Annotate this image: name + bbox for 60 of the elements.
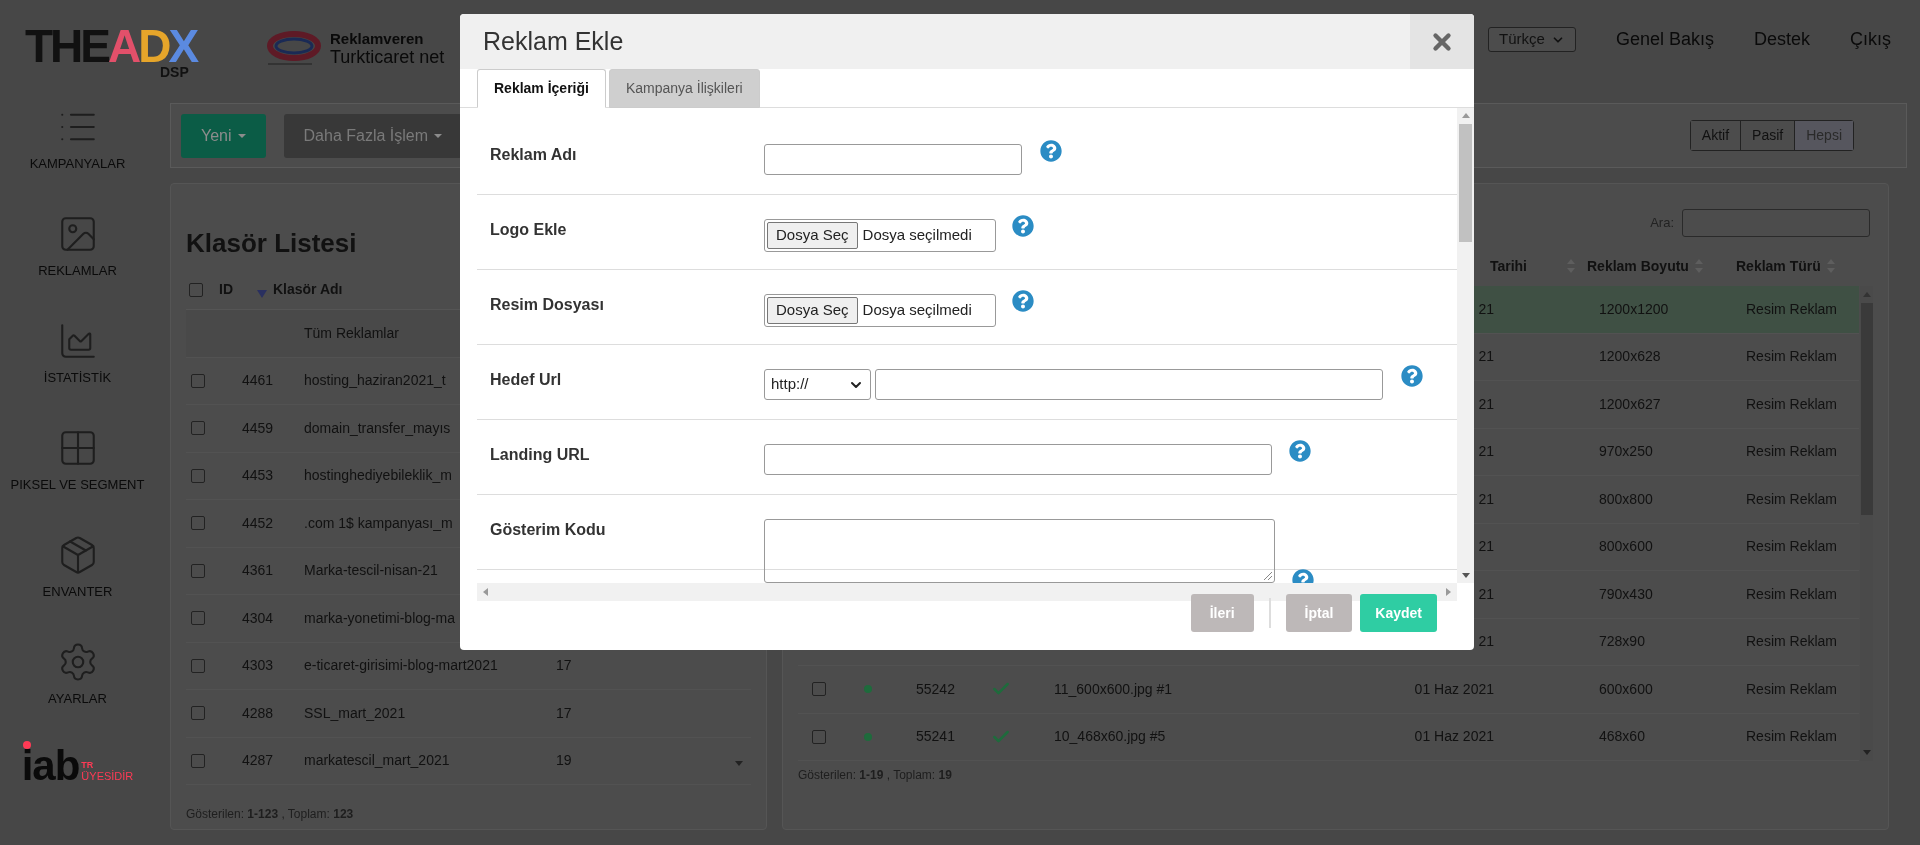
table-cell: 468x60: [1599, 728, 1645, 745]
table-cell: Resim Reklam: [1746, 490, 1837, 507]
table-cell-text: 17: [556, 703, 572, 723]
advertiser-label: Reklamveren: [330, 30, 425, 48]
advertiser-name: Turkticaret net: [330, 48, 445, 66]
table-cell: Resim Reklam: [1746, 633, 1837, 650]
field-label: Resim Dosyası: [489, 295, 605, 315]
logo-text: X: [168, 26, 197, 66]
table-cell: Resim Reklam: [1746, 728, 1837, 745]
table-cell-text: 19: [556, 751, 572, 771]
table-cell: Resim Reklam: [1746, 395, 1837, 412]
dialog-title: Reklam Ekle: [482, 25, 624, 57]
table-cell: 600x600: [1599, 680, 1653, 697]
table-cell: 4287: [242, 752, 274, 769]
table-cell: 4459: [242, 419, 274, 436]
table-cell: Resim Reklam: [1746, 585, 1837, 602]
field-label: Reklam Adı: [489, 145, 578, 165]
table-cell: 4288: [242, 704, 274, 721]
logo-text: A: [108, 26, 139, 66]
field-label: Gösterim Kodu: [489, 520, 607, 540]
table-cell: 970x250: [1599, 443, 1653, 460]
table-cell: 21: [1478, 348, 1494, 365]
iab-country: TR: [81, 761, 95, 770]
table-cell: 4304: [242, 609, 274, 626]
table-cell: 4461: [242, 372, 274, 389]
table-cell: Resim Reklam: [1746, 680, 1837, 697]
table-cell: Resim Reklam: [1746, 443, 1837, 460]
table-cell: 21: [1478, 585, 1494, 602]
table-cell: Resim Reklam: [1746, 300, 1837, 317]
table-cell: 800x600: [1599, 538, 1653, 555]
table-cell: Resim Reklam: [1746, 538, 1837, 555]
table-cell: 55242: [916, 680, 955, 697]
table-cell: 21: [1478, 443, 1494, 460]
table-cell: 4453: [242, 467, 274, 484]
table-cell: 1200x627: [1599, 395, 1661, 412]
table-cell: 01 Haz 2021: [1414, 680, 1494, 697]
logo-text: D: [138, 26, 169, 66]
field-label: Landing URL: [489, 445, 591, 465]
table-cell: 4361: [242, 562, 274, 579]
table-cell: 800x800: [1599, 490, 1653, 507]
panel-title: Klasör Listesi: [186, 227, 357, 260]
table-cell: 21: [1478, 490, 1494, 507]
table-cell: 55241: [916, 728, 955, 745]
field-label: Logo Ekle: [489, 220, 568, 240]
table-cell: 4452: [242, 514, 274, 531]
iab-member-text: ÜYESİDİR: [81, 770, 134, 782]
iab-logo-text: iab: [21, 750, 80, 782]
table-cell: 01 Haz 2021: [1414, 728, 1494, 745]
table-cell: 4303: [242, 657, 274, 674]
table-cell: 21: [1478, 395, 1494, 412]
table-cell: 790x430: [1599, 585, 1653, 602]
table-cell: Resim Reklam: [1746, 348, 1837, 365]
table-cell: 1200x1200: [1599, 300, 1669, 317]
table-cell: 21: [1478, 538, 1494, 555]
field-label: Hedef Url: [489, 370, 563, 390]
table-cell: 1200x628: [1599, 348, 1661, 365]
table-cell-text: 17: [556, 656, 572, 676]
table-cell: 21: [1478, 300, 1494, 317]
table-cell: 728x90: [1599, 633, 1645, 650]
table-cell: 21: [1478, 633, 1494, 650]
